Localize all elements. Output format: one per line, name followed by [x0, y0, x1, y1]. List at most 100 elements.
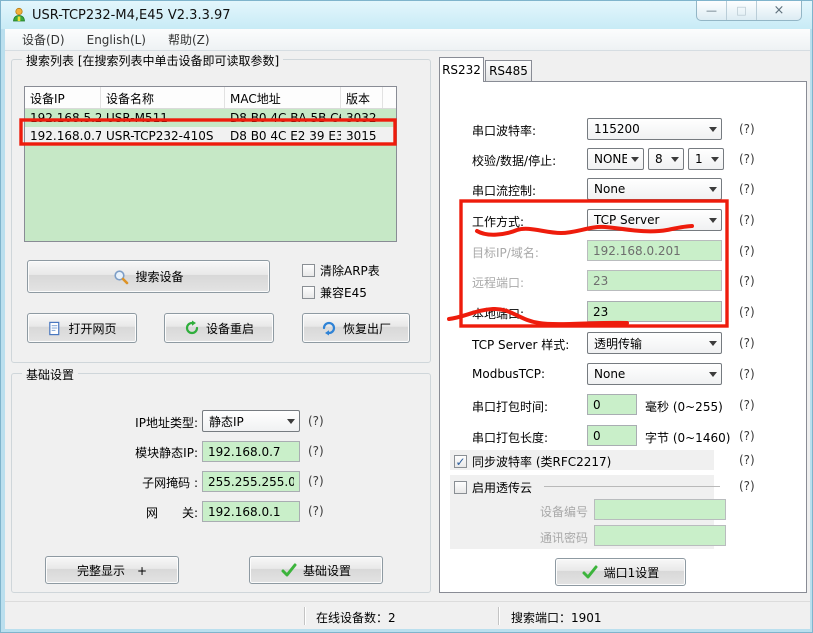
basic-apply-button[interactable]: 基础设置: [249, 556, 383, 584]
ip-type-select[interactable]: 静态IP: [202, 410, 300, 432]
help-link[interactable]: (?): [739, 244, 755, 258]
baud-rate-select[interactable]: 115200: [587, 118, 722, 140]
comm-password-input[interactable]: [594, 525, 726, 546]
minimize-icon[interactable]: —: [697, 1, 727, 20]
help-link[interactable]: (?): [739, 182, 755, 196]
col-mac[interactable]: MAC地址: [225, 87, 341, 108]
help-link[interactable]: (?): [739, 305, 755, 319]
device-id-input[interactable]: [594, 499, 726, 520]
cell-name: USR-TCP232-410S: [101, 129, 225, 143]
stop-bits-value: 1: [689, 152, 707, 166]
search-port-status: 搜索端口：1901: [511, 609, 602, 626]
help-link[interactable]: (?): [739, 122, 755, 136]
flow-control-select[interactable]: None: [587, 178, 722, 200]
help-link[interactable]: (?): [308, 504, 324, 518]
help-link[interactable]: (?): [739, 213, 755, 227]
col-device-name[interactable]: 设备名称: [101, 87, 225, 108]
comm-password-label: 通讯密码: [526, 529, 588, 546]
cloud-divider: [544, 486, 720, 487]
chevron-down-icon: [707, 149, 723, 169]
open-webpage-label: 打开网页: [68, 320, 116, 337]
tab-rs485[interactable]: RS485: [485, 60, 532, 82]
local-port-input[interactable]: [587, 301, 722, 322]
app-logo-icon: [11, 7, 27, 23]
status-separator: [498, 607, 499, 625]
tab-rs232[interactable]: RS232: [439, 57, 484, 82]
parity-select[interactable]: NONE: [587, 148, 644, 170]
full-display-label: 完整显示 +: [77, 562, 147, 579]
col-device-ip[interactable]: 设备IP: [25, 87, 101, 108]
help-link[interactable]: (?): [739, 398, 755, 412]
basic-group-title: 基础设置: [22, 365, 78, 384]
target-ip-input[interactable]: [587, 240, 722, 261]
status-bar: 在线设备数：2 搜索端口：1901: [5, 601, 810, 629]
cell-version: 3032: [341, 111, 391, 125]
col-version[interactable]: 版本: [341, 87, 383, 108]
baud-rate-value: 115200: [588, 122, 705, 136]
help-link[interactable]: (?): [739, 453, 755, 467]
checkbox-icon: [302, 286, 315, 299]
cell-name: USR-M511: [101, 111, 225, 125]
cell-mac: D8 B0 4C BA 5B C6: [225, 111, 341, 125]
table-row[interactable]: 192.168.5.21 USR-M511 D8 B0 4C BA 5B C6 …: [25, 109, 396, 127]
factory-reset-icon: [321, 320, 337, 336]
cell-mac: D8 B0 4C E2 39 E3: [225, 129, 341, 143]
help-link[interactable]: (?): [739, 479, 755, 493]
menu-help[interactable]: 帮助(Z): [159, 29, 219, 50]
help-link[interactable]: (?): [739, 152, 755, 166]
data-bits-select[interactable]: 8: [648, 148, 684, 170]
search-device-button[interactable]: 搜索设备: [27, 260, 270, 293]
cell-version: 3015: [341, 129, 391, 143]
parity-value: NONE: [588, 152, 627, 166]
clear-arp-label: 清除ARP表: [320, 262, 380, 279]
close-icon[interactable]: ×: [757, 1, 801, 20]
device-table-header: 设备IP 设备名称 MAC地址 版本: [25, 87, 396, 109]
menu-english[interactable]: English(L): [78, 31, 155, 49]
checkbox-icon: [454, 481, 467, 494]
static-ip-input[interactable]: [202, 441, 300, 462]
help-link[interactable]: (?): [308, 444, 324, 458]
factory-reset-label: 恢复出厂: [343, 320, 391, 337]
chevron-down-icon: [627, 149, 643, 169]
check-icon: [281, 563, 297, 578]
chevron-down-icon: [705, 333, 721, 353]
subnet-mask-input[interactable]: [202, 471, 300, 492]
help-link[interactable]: (?): [308, 474, 324, 488]
sync-baud-checkbox[interactable]: ✓ 同步波特率 (类RFC2217): [454, 453, 611, 470]
search-device-label: 搜索设备: [135, 268, 183, 285]
factory-reset-button[interactable]: 恢复出厂: [302, 313, 410, 343]
gateway-input[interactable]: [202, 501, 300, 522]
tcp-server-style-select[interactable]: 透明传输: [587, 332, 722, 354]
check-icon: [582, 565, 598, 580]
titlebar: USR-TCP232-M4,E45 V2.3.3.97 — □ ×: [1, 1, 812, 29]
cloud-checkbox[interactable]: 启用透传云: [454, 479, 532, 496]
help-link[interactable]: (?): [739, 367, 755, 381]
clear-arp-checkbox[interactable]: 清除ARP表: [302, 262, 380, 279]
full-display-button[interactable]: 完整显示 +: [45, 556, 179, 584]
chevron-down-icon: [705, 179, 721, 199]
help-link[interactable]: (?): [739, 336, 755, 350]
help-link[interactable]: (?): [308, 414, 324, 428]
port1-apply-button[interactable]: 端口1设置: [555, 558, 686, 586]
help-link[interactable]: (?): [739, 274, 755, 288]
pack-length-input[interactable]: [587, 425, 637, 446]
restart-device-button[interactable]: 设备重启: [164, 313, 274, 343]
status-separator: [304, 607, 305, 625]
device-id-label: 设备编号: [526, 503, 588, 520]
modbus-tcp-select[interactable]: None: [587, 363, 722, 385]
ip-type-value: 静态IP: [203, 413, 283, 430]
remote-port-input[interactable]: [587, 270, 722, 291]
menu-device[interactable]: 设备(D): [13, 29, 74, 50]
tcp-server-style-value: 透明传输: [588, 335, 705, 352]
compat-e45-checkbox[interactable]: 兼容E45: [302, 284, 367, 301]
flow-control-label: 串口流控制:: [472, 182, 536, 199]
work-mode-select[interactable]: TCP Server: [587, 209, 722, 231]
open-webpage-button[interactable]: 打开网页: [27, 313, 137, 343]
maximize-icon[interactable]: □: [727, 1, 757, 20]
window-controls: — □ ×: [696, 1, 802, 21]
table-row-selected[interactable]: 192.168.0.7 USR-TCP232-410S D8 B0 4C E2 …: [25, 127, 396, 145]
help-link[interactable]: (?): [739, 429, 755, 443]
stop-bits-select[interactable]: 1: [688, 148, 724, 170]
parity-data-stop-label: 校验/数据/停止:: [472, 152, 556, 169]
pack-time-input[interactable]: [587, 394, 637, 415]
